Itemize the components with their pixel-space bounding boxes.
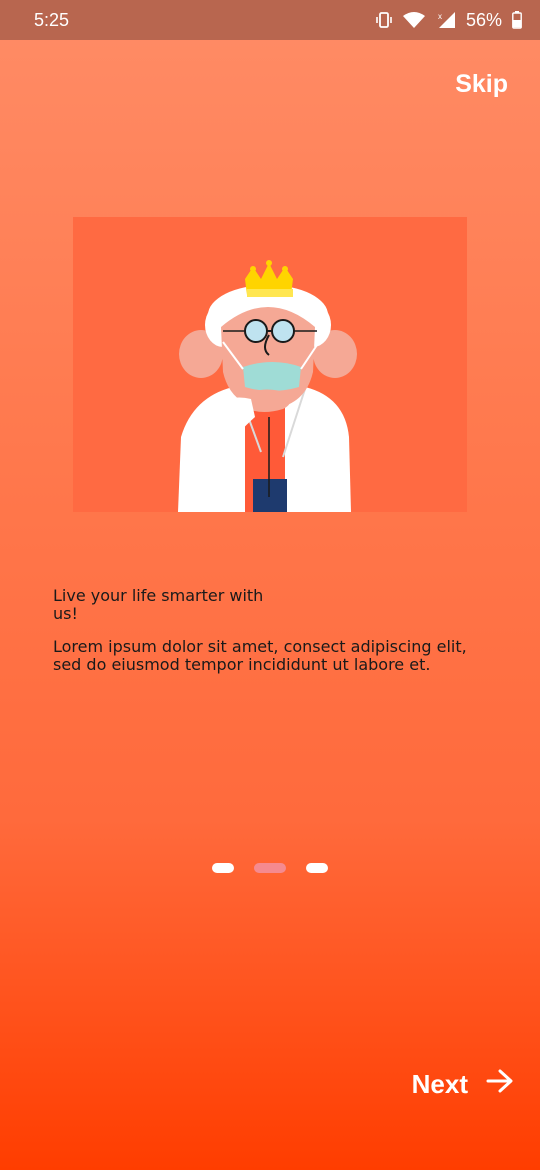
page-indicator — [0, 863, 540, 873]
onboarding-description: Lorem ipsum dolor sit amet, consect adip… — [53, 637, 467, 674]
doctor-illustration — [73, 217, 467, 512]
onboarding-illustration — [73, 217, 467, 512]
svg-text:x: x — [438, 12, 442, 21]
skip-button[interactable]: Skip — [455, 70, 508, 99]
signal-icon: x — [436, 11, 456, 29]
page-dot-3 — [306, 863, 328, 873]
battery-percent: 56% — [465, 9, 502, 30]
onboarding-title: Live your life smarter with us! — [53, 586, 264, 623]
next-button[interactable]: Next — [412, 1068, 514, 1101]
battery-icon — [512, 11, 522, 29]
next-label: Next — [411, 1069, 468, 1099]
page-dot-1 — [212, 863, 234, 873]
status-time: 5:25 — [34, 9, 70, 30]
arrow-right-icon — [486, 1068, 514, 1101]
vibrate-icon — [376, 11, 392, 29]
status-icons: x 56% — [376, 10, 522, 31]
status-bar: 5:25 x 56% — [0, 0, 540, 40]
page-dot-2-active — [254, 863, 286, 873]
wifi-icon — [402, 11, 426, 29]
